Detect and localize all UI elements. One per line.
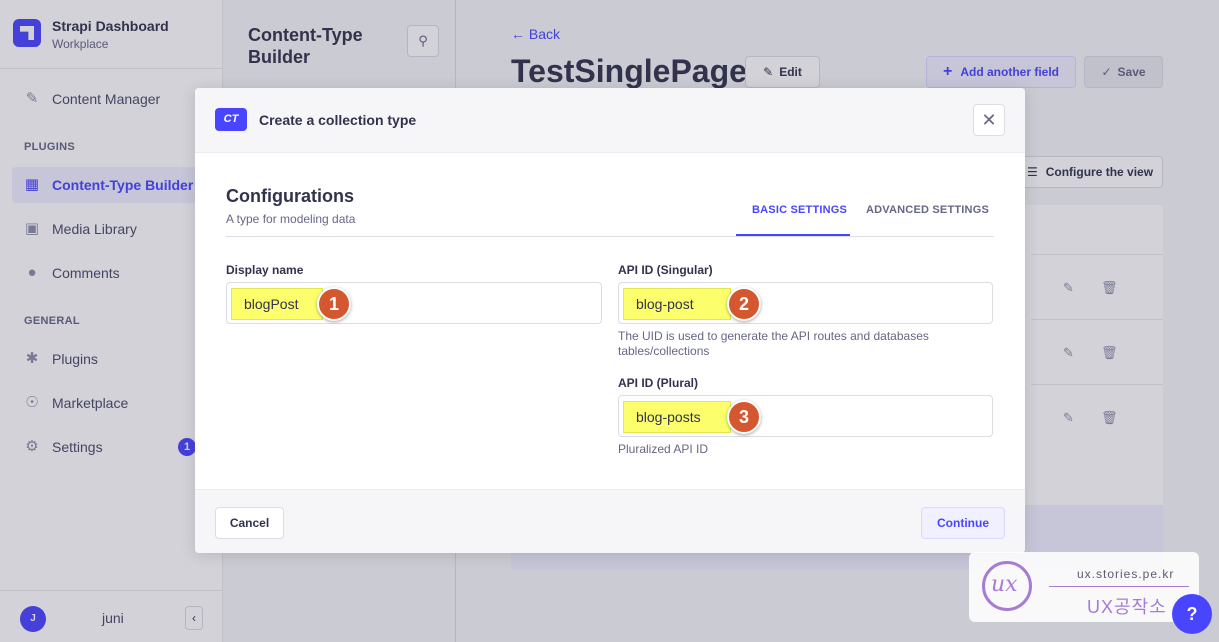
- api-id-singular-value: blog-post: [623, 288, 731, 320]
- display-name-value: blogPost: [231, 288, 323, 320]
- api-id-singular-input[interactable]: blog-post 2: [618, 282, 993, 324]
- display-name-input[interactable]: blogPost 1: [226, 282, 602, 324]
- watermark-url: ux.stories.pe.kr: [1077, 567, 1175, 581]
- tab-advanced-settings[interactable]: ADVANCED SETTINGS: [866, 204, 989, 216]
- modal-title: Create a collection type: [259, 112, 417, 128]
- active-tab-indicator: [736, 234, 850, 236]
- api-id-plural-input[interactable]: blog-posts 3: [618, 395, 993, 437]
- watermark-name: UX공작소: [1087, 597, 1167, 617]
- api-id-singular-label: API ID (Singular): [618, 263, 713, 277]
- tabs-divider: [226, 236, 994, 237]
- annotation-marker: 3: [727, 400, 761, 434]
- display-name-label: Display name: [226, 263, 304, 277]
- tab-basic-settings[interactable]: BASIC SETTINGS: [752, 204, 847, 216]
- content-type-badge: CT: [215, 108, 247, 131]
- section-title: Configurations: [226, 186, 354, 206]
- continue-button[interactable]: Continue: [921, 507, 1005, 539]
- modal-header: CT Create a collection type ✕: [195, 88, 1025, 153]
- api-id-plural-value: blog-posts: [623, 401, 731, 433]
- close-icon: ✕: [981, 110, 997, 130]
- modal-footer: Cancel Continue: [195, 489, 1025, 553]
- annotation-marker: 2: [727, 287, 761, 321]
- section-subtitle: A type for modeling data: [226, 212, 356, 226]
- api-id-plural-label: API ID (Plural): [618, 376, 699, 390]
- close-button[interactable]: ✕: [973, 104, 1005, 136]
- api-id-singular-hint: The UID is used to generate the API rout…: [618, 329, 929, 358]
- api-id-plural-hint: Pluralized API ID: [618, 442, 709, 456]
- create-collection-modal: CT Create a collection type ✕ Configurat…: [195, 88, 1025, 553]
- ux-logo-icon: ux: [982, 561, 1032, 611]
- watermark-divider: [1049, 586, 1189, 587]
- help-button[interactable]: ?: [1172, 594, 1212, 634]
- cancel-button[interactable]: Cancel: [215, 507, 284, 539]
- watermark: ux ux.stories.pe.kr UX공작소: [969, 552, 1199, 622]
- annotation-marker: 1: [317, 287, 351, 321]
